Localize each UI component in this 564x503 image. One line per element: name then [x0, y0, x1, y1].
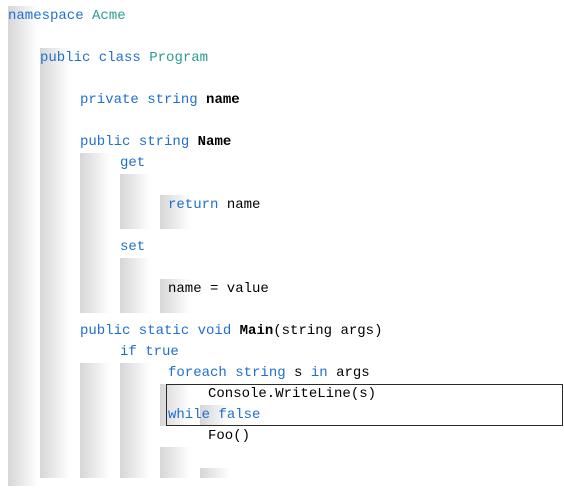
blank-line [8, 27, 564, 48]
kw-set: set [120, 239, 145, 255]
line-while: while false [8, 405, 564, 426]
kw-prop-mods: public [80, 134, 130, 150]
kw-namespace: namespace [8, 8, 84, 24]
set-expr: name = value [168, 281, 269, 297]
prop-name: Name [198, 134, 232, 150]
line-get-return: return name [8, 195, 564, 216]
get-expr: name [227, 197, 261, 213]
line-main: public static void Main(string args) [8, 321, 564, 342]
kw-return: return [168, 197, 218, 213]
kw-field-type: string [147, 92, 197, 108]
kw-false: false [218, 407, 260, 423]
line-set: set [8, 237, 564, 258]
line-while-body: Foo() [8, 426, 564, 447]
blank-line [8, 216, 564, 237]
ns-name: Acme [92, 8, 126, 24]
main-params: (string args) [273, 323, 382, 339]
line-property: public string Name [8, 132, 564, 153]
kw-main-mods: public static [80, 323, 189, 339]
foreach-body: Console.WriteLine(s) [208, 386, 376, 402]
code-editor: namespace Acme public class Program priv… [0, 6, 564, 447]
line-foreach: foreach string s in args [8, 363, 564, 384]
class-name: Program [149, 50, 208, 66]
line-if: if true [8, 342, 564, 363]
kw-foreach: foreach [168, 365, 227, 381]
kw-foreach-type: string [235, 365, 285, 381]
line-set-body: name = value [8, 279, 564, 300]
foreach-coll: args [336, 365, 370, 381]
blank-line [8, 111, 564, 132]
foreach-var: s [294, 365, 302, 381]
main-name: Main [240, 323, 274, 339]
kw-true: true [145, 344, 179, 360]
kw-if: if [120, 344, 137, 360]
blank-line [8, 300, 564, 321]
kw-prop-type: string [139, 134, 189, 150]
line-class: public class Program [8, 48, 564, 69]
kw-main-ret: void [198, 323, 232, 339]
line-field: private string name [8, 90, 564, 111]
field-name: name [206, 92, 240, 108]
line-namespace: namespace Acme [8, 6, 564, 27]
kw-while: while [168, 407, 210, 423]
line-get: get [8, 153, 564, 174]
kw-class-mods: public class [40, 50, 141, 66]
while-body: Foo() [208, 428, 250, 444]
line-foreach-body: Console.WriteLine(s) [8, 384, 564, 405]
kw-get: get [120, 155, 145, 171]
blank-line [8, 258, 564, 279]
kw-in: in [311, 365, 328, 381]
blank-line [8, 174, 564, 195]
kw-field-mods: private [80, 92, 139, 108]
blank-line [8, 69, 564, 90]
